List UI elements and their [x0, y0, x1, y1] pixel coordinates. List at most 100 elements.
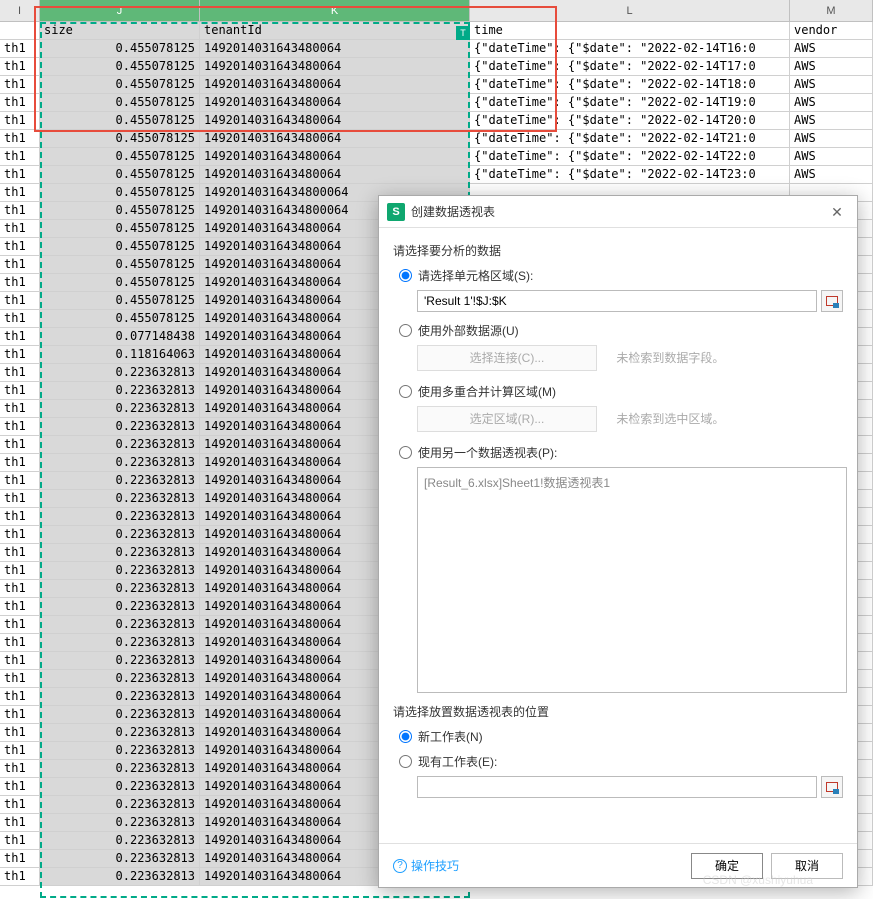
cell[interactable]: 0.223632813 — [40, 580, 200, 597]
cell[interactable]: th1 — [0, 706, 40, 723]
cell[interactable]: 0.223632813 — [40, 436, 200, 453]
cell[interactable]: 0.223632813 — [40, 472, 200, 489]
cell[interactable]: th1 — [0, 814, 40, 831]
cell[interactable]: th1 — [0, 292, 40, 309]
cell[interactable]: 0.455078125 — [40, 148, 200, 165]
cell[interactable]: 0.223632813 — [40, 832, 200, 849]
cell[interactable]: th1 — [0, 526, 40, 543]
cell[interactable]: th1 — [0, 544, 40, 561]
cell[interactable]: 0.223632813 — [40, 616, 200, 633]
range-input[interactable] — [417, 290, 817, 312]
cell[interactable]: {"dateTime": {"$date": "2022-02-14T21:0 — [470, 130, 790, 147]
cell[interactable]: 0.223632813 — [40, 454, 200, 471]
col-header-J[interactable]: J — [40, 0, 200, 21]
table-row[interactable]: th10.4550781251492014031643480064{"dateT… — [0, 112, 873, 130]
cell[interactable]: 0.223632813 — [40, 652, 200, 669]
cell[interactable]: 0.223632813 — [40, 634, 200, 651]
cell[interactable]: th1 — [0, 472, 40, 489]
cell[interactable]: 0.455078125 — [40, 76, 200, 93]
table-row[interactable]: th10.4550781251492014031643480064{"dateT… — [0, 76, 873, 94]
col-header-I[interactable]: I — [0, 0, 40, 21]
cell[interactable]: AWS — [790, 58, 873, 75]
cell[interactable]: 0.223632813 — [40, 598, 200, 615]
cell[interactable]: 0.455078125 — [40, 130, 200, 147]
cell[interactable]: 0.455078125 — [40, 166, 200, 183]
cell[interactable]: th1 — [0, 688, 40, 705]
cell[interactable]: th1 — [0, 346, 40, 363]
cell[interactable]: th1 — [0, 742, 40, 759]
list-item[interactable]: [Result_6.xlsx]Sheet1!数据透视表1 — [424, 474, 840, 491]
cell[interactable]: th1 — [0, 724, 40, 741]
cell[interactable]: 0.455078125 — [40, 40, 200, 57]
cell[interactable]: time — [470, 22, 790, 39]
radio-external-source[interactable]: 使用外部数据源(U) — [399, 322, 843, 339]
cell[interactable]: {"dateTime": {"$date": "2022-02-14T20:0 — [470, 112, 790, 129]
radio-input[interactable] — [399, 755, 412, 768]
cell[interactable]: th1 — [0, 454, 40, 471]
table-row[interactable]: th10.4550781251492014031643480064{"dateT… — [0, 58, 873, 76]
cell[interactable]: 0.077148438 — [40, 328, 200, 345]
table-row[interactable]: th10.4550781251492014031643480064{"dateT… — [0, 148, 873, 166]
cell[interactable]: th1 — [0, 400, 40, 417]
col-header-M[interactable]: M — [790, 0, 873, 21]
cell[interactable]: 0.223632813 — [40, 796, 200, 813]
cell[interactable]: 0.223632813 — [40, 868, 200, 885]
cell[interactable]: th1 — [0, 76, 40, 93]
cell[interactable]: 1492014031643480064 — [200, 166, 470, 183]
cell[interactable]: th1 — [0, 94, 40, 111]
cell[interactable]: th1 — [0, 274, 40, 291]
cell[interactable]: 1492014031643480064 — [200, 130, 470, 147]
radio-select-range[interactable]: 请选择单元格区域(S): — [399, 267, 843, 284]
cell[interactable]: th1 — [0, 148, 40, 165]
cell[interactable]: th1 — [0, 562, 40, 579]
cell[interactable]: 1492014031643480064 — [200, 112, 470, 129]
radio-multi-consolidation[interactable]: 使用多重合并计算区域(M) — [399, 383, 843, 400]
cell[interactable]: th1 — [0, 580, 40, 597]
cell[interactable]: tenantId — [200, 22, 470, 39]
cell[interactable]: th1 — [0, 778, 40, 795]
cell[interactable]: 0.223632813 — [40, 724, 200, 741]
cell[interactable]: {"dateTime": {"$date": "2022-02-14T17:0 — [470, 58, 790, 75]
cell[interactable]: {"dateTime": {"$date": "2022-02-14T18:0 — [470, 76, 790, 93]
cell[interactable]: 0.455078125 — [40, 112, 200, 129]
cell[interactable]: {"dateTime": {"$date": "2022-02-14T23:0 — [470, 166, 790, 183]
cell[interactable]: 0.455078125 — [40, 184, 200, 201]
cell[interactable]: 0.223632813 — [40, 418, 200, 435]
cell[interactable]: th1 — [0, 256, 40, 273]
cell[interactable]: th1 — [0, 328, 40, 345]
cell[interactable]: 0.223632813 — [40, 778, 200, 795]
tips-link[interactable]: ? 操作技巧 — [393, 857, 459, 874]
cell[interactable]: 0.223632813 — [40, 760, 200, 777]
cell[interactable]: th1 — [0, 796, 40, 813]
cell[interactable]: 0.223632813 — [40, 508, 200, 525]
cell[interactable]: th1 — [0, 238, 40, 255]
radio-input[interactable] — [399, 730, 412, 743]
cell[interactable]: th1 — [0, 760, 40, 777]
cell[interactable]: th1 — [0, 220, 40, 237]
range-picker-icon[interactable] — [821, 290, 843, 312]
cell[interactable]: 0.223632813 — [40, 688, 200, 705]
cell[interactable]: th1 — [0, 40, 40, 57]
cell[interactable]: 0.223632813 — [40, 562, 200, 579]
cell[interactable]: th1 — [0, 202, 40, 219]
radio-existing-sheet[interactable]: 现有工作表(E): — [399, 753, 843, 770]
cell[interactable]: th1 — [0, 670, 40, 687]
cell[interactable]: th1 — [0, 832, 40, 849]
cell[interactable]: AWS — [790, 148, 873, 165]
cell[interactable]: 0.455078125 — [40, 202, 200, 219]
radio-another-pivot[interactable]: 使用另一个数据透视表(P): — [399, 444, 843, 461]
range-picker-icon[interactable] — [821, 776, 843, 798]
cell[interactable]: vendor — [790, 22, 873, 39]
radio-input[interactable] — [399, 385, 412, 398]
table-row[interactable]: th10.4550781251492014031643480064{"dateT… — [0, 166, 873, 184]
cell[interactable]: th1 — [0, 652, 40, 669]
cancel-button[interactable]: 取消 — [771, 853, 843, 879]
cell[interactable]: 0.455078125 — [40, 238, 200, 255]
cell[interactable]: 0.223632813 — [40, 526, 200, 543]
cell[interactable]: th1 — [0, 166, 40, 183]
cell[interactable]: {"dateTime": {"$date": "2022-02-14T16:0 — [470, 40, 790, 57]
table-row[interactable]: th10.4550781251492014031643480064{"dateT… — [0, 130, 873, 148]
cell[interactable]: 0.223632813 — [40, 400, 200, 417]
col-header-L[interactable]: L — [470, 0, 790, 21]
cell[interactable]: {"dateTime": {"$date": "2022-02-14T22:0 — [470, 148, 790, 165]
